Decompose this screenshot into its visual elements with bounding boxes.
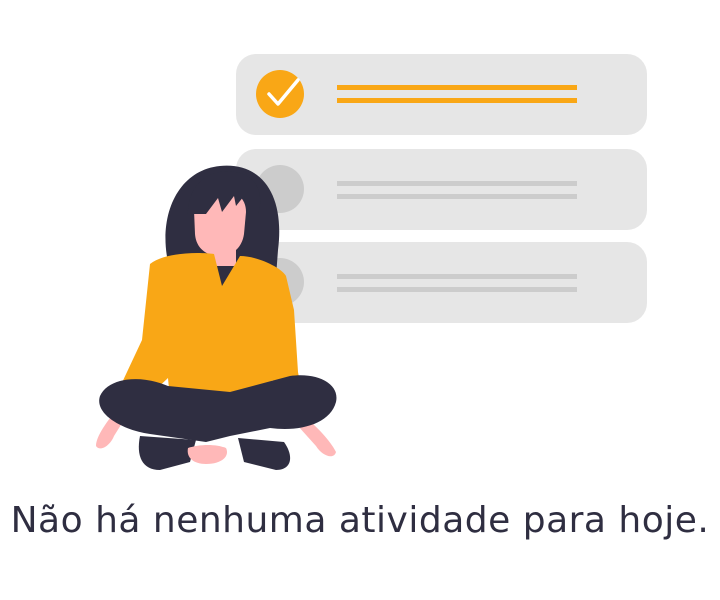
task-line [337, 194, 577, 199]
check-icon [256, 70, 304, 118]
empty-state-message: Não há nenhuma atividade para hoje. [10, 500, 710, 541]
task-line [337, 98, 577, 103]
task-line [337, 274, 577, 279]
task-card-done [236, 54, 647, 135]
task-card-pending [236, 242, 647, 323]
task-card-pending [236, 149, 647, 230]
task-line [337, 85, 577, 90]
task-line [337, 287, 577, 292]
task-line [337, 181, 577, 186]
